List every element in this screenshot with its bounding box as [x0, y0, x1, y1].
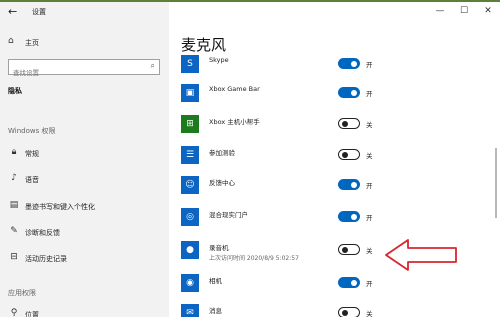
lock-icon: 🔒︎ — [11, 147, 17, 157]
sidebar-item-inking-typing[interactable]: ▤ 墨迹书写和键入个性化 — [0, 198, 169, 216]
app-name: 混合现实门户 — [209, 211, 248, 219]
app-toggle[interactable] — [338, 179, 360, 190]
sidebar-item-label: 活动历史记录 — [25, 255, 67, 263]
app-row-camera: ◉ 相机 开 — [181, 270, 481, 296]
privacy-heading: 隐私 — [8, 87, 22, 95]
toggle-state-label: 关 — [366, 310, 373, 317]
toggle-knob — [342, 309, 348, 316]
app-name: 参加测验 — [209, 149, 235, 157]
timeline-icon: ⊟ — [10, 252, 18, 262]
scrollbar[interactable] — [495, 148, 497, 218]
toggle-knob — [351, 279, 357, 286]
nav-home[interactable]: ⌂ 主页 — [0, 34, 169, 52]
app-toggle[interactable] — [338, 244, 360, 255]
app-toggle[interactable] — [338, 277, 360, 288]
window-controls: — ☐ ✕ — [428, 2, 500, 20]
close-button[interactable]: ✕ — [476, 2, 500, 20]
app-name: 消息 — [209, 307, 222, 315]
nav-home-label: 主页 — [25, 39, 39, 47]
feedback-hub-icon: ☺ — [181, 176, 199, 194]
app-toggle[interactable] — [338, 307, 360, 317]
window-title: 设置 — [32, 8, 46, 16]
app-toggle[interactable] — [338, 118, 360, 129]
app-row-messaging: ✉ 消息 关 — [181, 300, 481, 317]
app-row-xbox-game-bar: ▣ Xbox Game Bar 开 — [181, 80, 481, 106]
home-icon: ⌂ — [8, 36, 14, 46]
sidebar-item-label: 语音 — [25, 176, 39, 184]
app-row-xbox-console: ⊞ Xbox 主机小帮手 关 — [181, 111, 481, 137]
pen-keyboard-icon: ▤ — [9, 200, 19, 210]
sidebar-item-location[interactable]: ⚲ 位置 — [0, 306, 169, 317]
sidebar-item-activity-history[interactable]: ⊟ 活动历史记录 — [0, 250, 169, 268]
app-row-feedback-hub: ☺ 反馈中心 开 — [181, 172, 481, 198]
sidebar-item-speech[interactable]: ♪ 语音 — [0, 171, 169, 189]
app-row-mixed-reality: ◎ 混合现实门户 开 — [181, 204, 481, 230]
test-icon: ☰ — [181, 146, 199, 164]
app-name: Xbox 主机小帮手 — [209, 118, 260, 126]
sidebar-item-label: 诊断和反馈 — [25, 229, 60, 237]
sidebar-item-general[interactable]: 🔒︎ 常规 — [0, 145, 169, 163]
toggle-state-label: 关 — [366, 152, 373, 160]
toggle-knob — [351, 89, 357, 96]
app-toggle[interactable] — [338, 211, 360, 222]
toggle-state-label: 开 — [366, 182, 373, 190]
toggle-knob — [351, 181, 357, 188]
toggle-state-label: 开 — [366, 214, 373, 222]
app-row-skype: S Skype 开 — [181, 51, 481, 77]
skype-icon: S — [181, 55, 199, 73]
toggle-knob — [342, 120, 348, 127]
xbox-game-bar-icon: ▣ — [181, 84, 199, 102]
annotation-arrow-icon — [385, 239, 457, 271]
sidebar-item-label: 常规 — [25, 150, 39, 158]
xbox-console-icon: ⊞ — [181, 115, 199, 133]
search-input[interactable] — [9, 66, 139, 80]
maximize-button[interactable]: ☐ — [452, 2, 476, 20]
app-permissions-heading: 应用权限 — [8, 289, 36, 297]
sidebar: ← 设置 ⌂ 主页 ⌕ 隐私 Windows 权限 🔒︎ 常规 ♪ 语音 ▤ 墨… — [0, 2, 169, 317]
app-name: 反馈中心 — [209, 179, 235, 187]
last-accessed-text: 上次访问时间 2020/8/9 5:02:57 — [209, 255, 299, 262]
speech-icon: ♪ — [11, 173, 17, 183]
messaging-icon: ✉ — [181, 304, 199, 317]
toggle-state-label: 开 — [366, 90, 373, 98]
toggle-state-label: 开 — [366, 61, 373, 69]
toggle-knob — [351, 213, 357, 220]
app-name: Skype — [209, 56, 229, 64]
voice-recorder-icon: ● — [181, 241, 199, 259]
search-icon: ⌕ — [150, 61, 155, 70]
toggle-knob — [351, 60, 357, 67]
windows-permissions-heading: Windows 权限 — [8, 127, 56, 135]
app-row-take-a-test: ☰ 参加测验 关 — [181, 142, 481, 168]
sidebar-item-label: 墨迹书写和键入个性化 — [25, 203, 95, 211]
back-arrow-icon[interactable]: ← — [8, 5, 17, 18]
toggle-state-label: 开 — [366, 280, 373, 288]
toggle-knob — [342, 151, 348, 158]
toggle-state-label: 关 — [366, 247, 373, 255]
feedback-icon: ✎ — [10, 226, 18, 236]
app-toggle[interactable] — [338, 87, 360, 98]
app-name: Xbox Game Bar — [209, 85, 260, 93]
sidebar-item-label: 位置 — [25, 311, 39, 317]
app-name: 录音机 — [209, 244, 229, 252]
search-box[interactable]: ⌕ — [8, 59, 160, 80]
app-toggle[interactable] — [338, 58, 360, 69]
app-toggle[interactable] — [338, 149, 360, 160]
camera-icon: ◉ — [181, 274, 199, 292]
app-name: 相机 — [209, 277, 222, 285]
toggle-state-label: 关 — [366, 121, 373, 129]
minimize-button[interactable]: — — [428, 2, 452, 20]
toggle-knob — [342, 246, 348, 253]
location-icon: ⚲ — [10, 308, 18, 317]
sidebar-item-diagnostics[interactable]: ✎ 诊断和反馈 — [0, 224, 169, 242]
settings-window: ← 设置 ⌂ 主页 ⌕ 隐私 Windows 权限 🔒︎ 常规 ♪ 语音 ▤ 墨… — [0, 2, 500, 317]
mixed-reality-icon: ◎ — [181, 208, 199, 226]
